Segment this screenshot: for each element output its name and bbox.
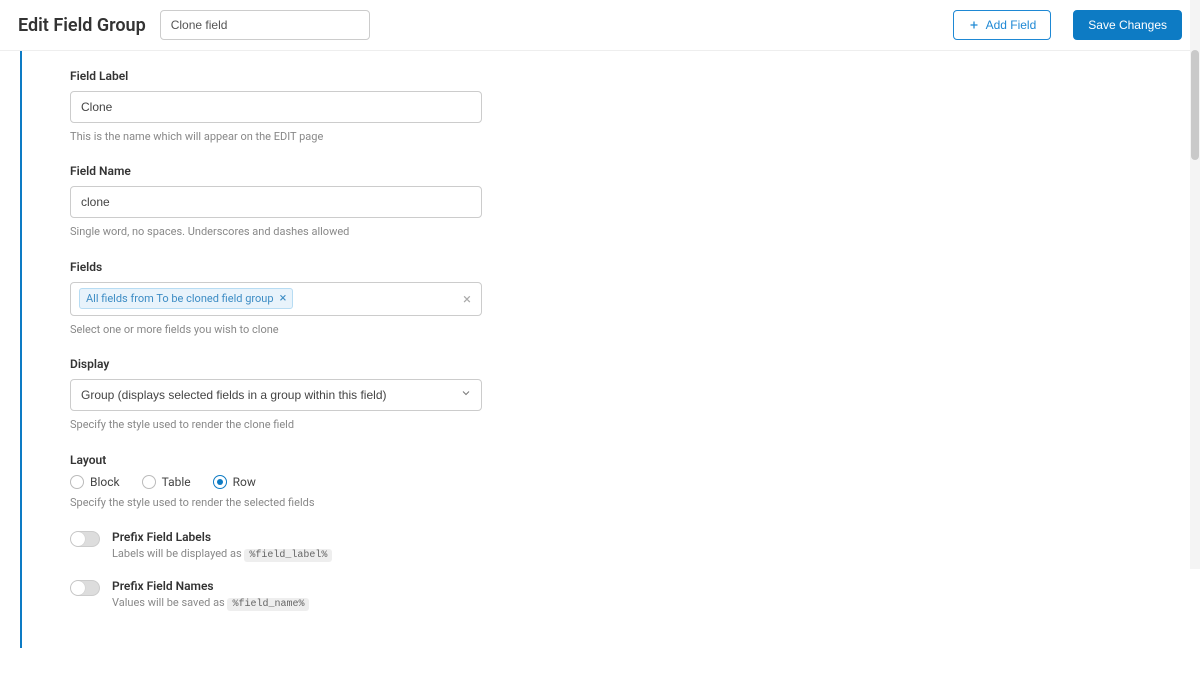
save-changes-button[interactable]: Save Changes bbox=[1073, 10, 1182, 40]
prefix-names-title: Prefix Field Names bbox=[112, 579, 309, 593]
prefix-labels-row: Prefix Field Labels Labels will be displ… bbox=[70, 530, 1005, 561]
add-field-button[interactable]: Add Field bbox=[953, 10, 1052, 40]
field-name-label: Field Name bbox=[70, 164, 482, 178]
prefix-labels-text: Prefix Field Labels Labels will be displ… bbox=[112, 530, 332, 561]
prefix-labels-toggle[interactable] bbox=[70, 531, 100, 547]
remove-tag-icon[interactable]: × bbox=[280, 292, 287, 305]
toggle-knob bbox=[71, 581, 85, 595]
display-help: Specify the style used to render the clo… bbox=[70, 417, 482, 432]
field-settings-panel: Field Label This is the name which will … bbox=[20, 51, 1005, 648]
selected-field-tag-text: All fields from To be cloned field group bbox=[86, 292, 274, 305]
top-bar: Edit Field Group Add Field Save Changes bbox=[0, 0, 1200, 51]
prefix-labels-title: Prefix Field Labels bbox=[112, 530, 332, 544]
display-label: Display bbox=[70, 357, 482, 371]
field-label-help: This is the name which will appear on th… bbox=[70, 129, 482, 144]
scrollbar-track[interactable] bbox=[1190, 0, 1200, 569]
add-field-label: Add Field bbox=[986, 18, 1037, 32]
radio-icon bbox=[142, 475, 156, 489]
save-label: Save Changes bbox=[1088, 18, 1167, 32]
field-label-row: Field Label This is the name which will … bbox=[70, 69, 482, 144]
display-select[interactable]: Group (displays selected fields in a gro… bbox=[70, 379, 482, 411]
layout-label: Layout bbox=[70, 453, 482, 467]
radio-icon-checked bbox=[213, 475, 227, 489]
field-label-input[interactable] bbox=[70, 91, 482, 123]
group-name-input[interactable] bbox=[160, 10, 370, 40]
clear-all-icon[interactable]: × bbox=[463, 290, 473, 308]
layout-radio-row[interactable]: Row bbox=[213, 475, 256, 489]
layout-block-label: Block bbox=[90, 475, 120, 489]
prefix-names-desc: Values will be saved as %field_name% bbox=[112, 596, 309, 610]
display-row: Display Group (displays selected fields … bbox=[70, 357, 482, 432]
layout-help: Specify the style used to render the sel… bbox=[70, 495, 482, 510]
layout-radio-table[interactable]: Table bbox=[142, 475, 191, 489]
field-name-help: Single word, no spaces. Underscores and … bbox=[70, 224, 482, 239]
prefix-names-toggle[interactable] bbox=[70, 580, 100, 596]
field-name-row: Field Name Single word, no spaces. Under… bbox=[70, 164, 482, 239]
layout-row-label: Row bbox=[233, 475, 256, 489]
plus-icon bbox=[968, 19, 980, 31]
prefix-names-text: Prefix Field Names Values will be saved … bbox=[112, 579, 309, 610]
scrollbar-thumb[interactable] bbox=[1191, 50, 1199, 160]
main-content: Field Label This is the name which will … bbox=[0, 51, 1200, 676]
selected-field-tag: All fields from To be cloned field group… bbox=[79, 288, 293, 309]
layout-row: Layout Block Table Row Specify the style… bbox=[70, 453, 482, 510]
field-label-label: Field Label bbox=[70, 69, 482, 83]
fields-row: Fields All fields from To be cloned fiel… bbox=[70, 260, 482, 337]
layout-table-label: Table bbox=[162, 475, 191, 489]
fields-select[interactable]: All fields from To be cloned field group… bbox=[70, 282, 482, 316]
page-title: Edit Field Group bbox=[18, 15, 146, 36]
radio-icon bbox=[70, 475, 84, 489]
code-snippet: %field_name% bbox=[227, 598, 309, 611]
layout-radio-block[interactable]: Block bbox=[70, 475, 120, 489]
code-snippet: %field_label% bbox=[244, 549, 332, 562]
layout-radio-group: Block Table Row bbox=[70, 475, 482, 489]
toggle-knob bbox=[71, 532, 85, 546]
fields-label: Fields bbox=[70, 260, 482, 274]
prefix-labels-desc: Labels will be displayed as %field_label… bbox=[112, 547, 332, 561]
fields-help: Select one or more fields you wish to cl… bbox=[70, 322, 482, 337]
field-name-input[interactable] bbox=[70, 186, 482, 218]
prefix-names-row: Prefix Field Names Values will be saved … bbox=[70, 579, 1005, 610]
